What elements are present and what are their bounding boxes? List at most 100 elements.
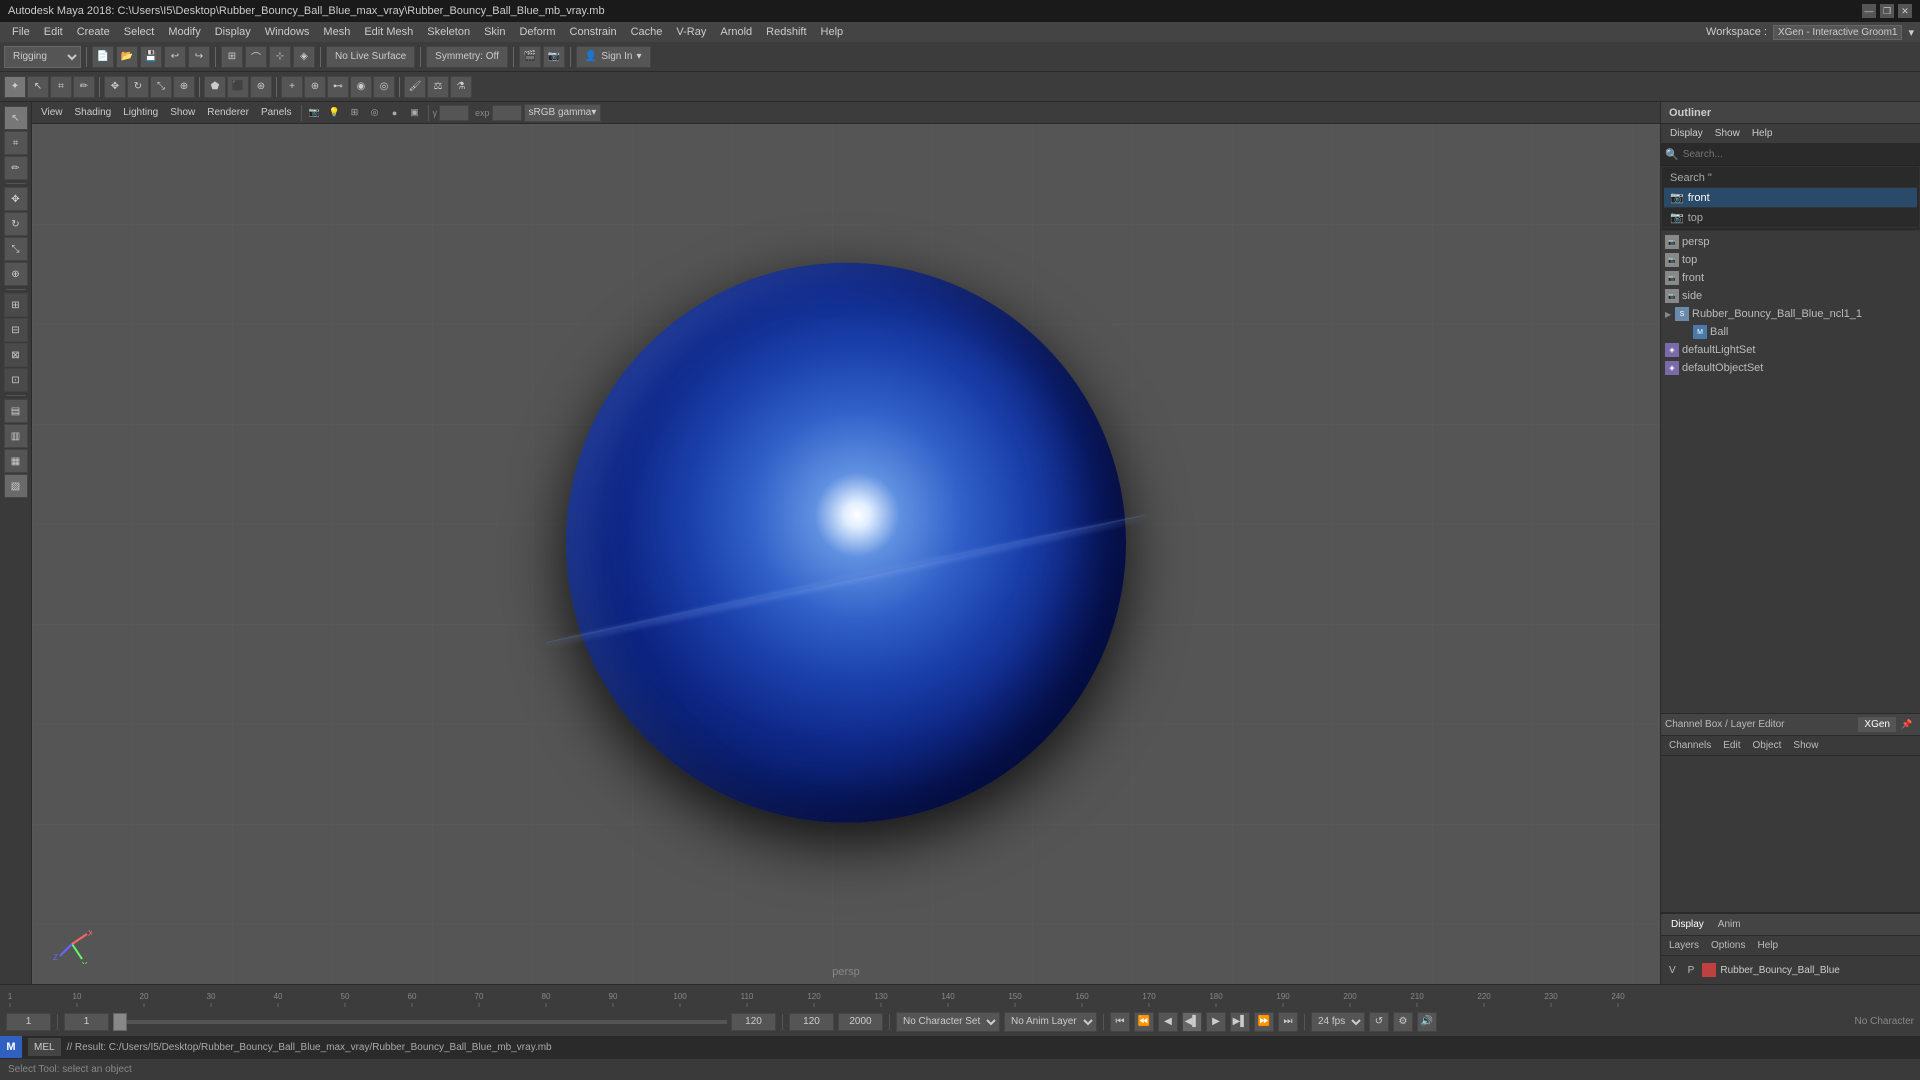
vp-grid-icon[interactable]: ⊞ bbox=[346, 104, 364, 122]
search-result-front[interactable]: Search " bbox=[1664, 169, 1917, 188]
view-cube-1[interactable]: ⊞ bbox=[4, 293, 28, 317]
vp-menu-renderer[interactable]: Renderer bbox=[202, 105, 254, 120]
menu-windows[interactable]: Windows bbox=[259, 24, 316, 40]
anim-range-end-input[interactable] bbox=[731, 1013, 776, 1031]
display-sub-options[interactable]: Options bbox=[1707, 940, 1749, 951]
cluster-btn[interactable]: ⊛ bbox=[250, 76, 272, 98]
go-to-start-btn[interactable]: ⏮ bbox=[1110, 1012, 1130, 1032]
play-fwd-btn[interactable]: ▶ bbox=[1206, 1012, 1226, 1032]
tree-item-front[interactable]: 📷 front bbox=[1661, 269, 1920, 287]
search-result-top-item[interactable]: 📷 front bbox=[1664, 188, 1917, 208]
vp-menu-show[interactable]: Show bbox=[165, 105, 200, 120]
symmetry-btn[interactable]: Symmetry: Off bbox=[426, 46, 508, 68]
layer-display-1[interactable]: ▤ bbox=[4, 399, 28, 423]
rotate-tool-left[interactable]: ↻ bbox=[4, 212, 28, 236]
prev-frame-btn[interactable]: ◀ bbox=[1158, 1012, 1178, 1032]
snap-curve-btn[interactable]: ⌒ bbox=[245, 46, 267, 68]
go-to-end-btn[interactable]: ⏭ bbox=[1278, 1012, 1298, 1032]
display-sub-layers[interactable]: Layers bbox=[1665, 940, 1703, 951]
tree-item-ball[interactable]: M Ball bbox=[1661, 323, 1920, 341]
transform-tool-btn[interactable]: ✦ bbox=[4, 76, 26, 98]
xray-btn[interactable]: ◎ bbox=[373, 76, 395, 98]
minimize-button[interactable]: — bbox=[1862, 4, 1876, 18]
viewport-3d[interactable]: persp X Y Z bbox=[32, 124, 1660, 984]
scale-tool-left[interactable]: ⤡ bbox=[4, 237, 28, 261]
menu-deform[interactable]: Deform bbox=[513, 24, 561, 40]
snap-point-btn[interactable]: ⊹ bbox=[269, 46, 291, 68]
snap-surface-btn[interactable]: ⊕ bbox=[304, 76, 326, 98]
layer-display-3[interactable]: ▦ bbox=[4, 449, 28, 473]
gamma-input[interactable]: 0.00 bbox=[439, 105, 469, 121]
close-button[interactable]: ✕ bbox=[1898, 4, 1912, 18]
outliner-menu-help[interactable]: Help bbox=[1747, 126, 1778, 141]
loop-btn[interactable]: ↺ bbox=[1369, 1012, 1389, 1032]
snap-live-btn[interactable]: + bbox=[281, 76, 303, 98]
tree-item-persp[interactable]: 📷 persp bbox=[1661, 233, 1920, 251]
snap-magnet-btn[interactable]: ⊷ bbox=[327, 76, 349, 98]
lattice-btn[interactable]: ⬛ bbox=[227, 76, 249, 98]
play-back-btn[interactable]: ◀▌ bbox=[1182, 1012, 1202, 1032]
layer-display-2[interactable]: ▥ bbox=[4, 424, 28, 448]
vp-wire-icon[interactable]: ◎ bbox=[366, 104, 384, 122]
display-tab-anim[interactable]: Anim bbox=[1714, 917, 1745, 932]
anim-settings-btn[interactable]: ⚙ bbox=[1393, 1012, 1413, 1032]
outliner-search-bar[interactable]: 🔍 bbox=[1661, 144, 1920, 166]
menu-redshift[interactable]: Redshift bbox=[760, 24, 812, 40]
anim-range-start-input[interactable] bbox=[64, 1013, 109, 1031]
cb-menu-show[interactable]: Show bbox=[1789, 740, 1822, 751]
tree-item-object-set[interactable]: ◈ defaultObjectSet bbox=[1661, 359, 1920, 377]
sculpt-btn[interactable]: ◉ bbox=[350, 76, 372, 98]
fps-dropdown[interactable]: 24 fps 30 fps 60 fps bbox=[1311, 1012, 1365, 1032]
live-surface-btn[interactable]: No Live Surface bbox=[326, 46, 415, 68]
menu-file[interactable]: File bbox=[6, 24, 36, 40]
no-character-set-dropdown[interactable]: No Character Set bbox=[896, 1012, 1000, 1032]
render-btn[interactable]: 🎬 bbox=[519, 46, 541, 68]
rotate-tool-btn[interactable]: ↻ bbox=[127, 76, 149, 98]
scale-tool-btn[interactable]: ⤡ bbox=[150, 76, 172, 98]
vp-menu-lighting[interactable]: Lighting bbox=[118, 105, 163, 120]
vp-texture-icon[interactable]: ▣ bbox=[406, 104, 424, 122]
menu-edit-mesh[interactable]: Edit Mesh bbox=[358, 24, 419, 40]
tree-item-top[interactable]: 📷 top bbox=[1661, 251, 1920, 269]
sign-in-btn[interactable]: 👤 Sign In ▾ bbox=[576, 46, 651, 68]
menu-vray[interactable]: V-Ray bbox=[670, 24, 712, 40]
save-scene-btn[interactable]: 💾 bbox=[140, 46, 162, 68]
display-sub-help[interactable]: Help bbox=[1753, 940, 1782, 951]
open-scene-btn[interactable]: 📂 bbox=[116, 46, 138, 68]
paint-select-tool[interactable]: ✏ bbox=[4, 156, 28, 180]
select-tool-btn[interactable]: ↖ bbox=[27, 76, 49, 98]
menu-arnold[interactable]: Arnold bbox=[714, 24, 758, 40]
menu-display[interactable]: Display bbox=[209, 24, 257, 40]
view-cube-4[interactable]: ⊡ bbox=[4, 368, 28, 392]
channel-box-tab-xgen[interactable]: XGen bbox=[1858, 717, 1896, 732]
display-tab-display[interactable]: Display bbox=[1667, 917, 1708, 932]
cb-menu-channels[interactable]: Channels bbox=[1665, 740, 1715, 751]
menu-select[interactable]: Select bbox=[118, 24, 161, 40]
tree-item-light-set[interactable]: ◈ defaultLightSet bbox=[1661, 341, 1920, 359]
channel-box-pin-icon[interactable]: 📌 bbox=[1898, 716, 1916, 734]
mode-dropdown[interactable]: Rigging Animation Modeling Rendering Dyn… bbox=[4, 46, 81, 68]
vp-solid-icon[interactable]: ● bbox=[386, 104, 404, 122]
tree-item-side[interactable]: 📷 side bbox=[1661, 287, 1920, 305]
tree-item-rubber-ball[interactable]: ▶ S Rubber_Bouncy_Ball_Blue_ncl1_1 bbox=[1661, 305, 1920, 323]
outliner-menu-display[interactable]: Display bbox=[1665, 126, 1708, 141]
menu-create[interactable]: Create bbox=[71, 24, 116, 40]
move-tool-btn[interactable]: ✥ bbox=[104, 76, 126, 98]
lasso-tool-btn[interactable]: ⌗ bbox=[50, 76, 72, 98]
workspace-expand-icon[interactable]: ▾ bbox=[1908, 26, 1914, 39]
snap-view-btn[interactable]: ◈ bbox=[293, 46, 315, 68]
exposure-input[interactable]: 1.00 bbox=[492, 105, 522, 121]
weight-btn[interactable]: ⚖ bbox=[427, 76, 449, 98]
color-mode-dropdown[interactable]: sRGB gamma ▾ bbox=[524, 104, 602, 122]
layer-name[interactable]: Rubber_Bouncy_Ball_Blue bbox=[1720, 965, 1840, 976]
layer-playback-btn[interactable]: P bbox=[1684, 965, 1699, 976]
paint-tool-btn[interactable]: ✏ bbox=[73, 76, 95, 98]
view-cube-3[interactable]: ⊠ bbox=[4, 343, 28, 367]
show-manip-tool[interactable]: ⊕ bbox=[4, 262, 28, 286]
menu-cache[interactable]: Cache bbox=[625, 24, 669, 40]
next-key-btn[interactable]: ⏩ bbox=[1254, 1012, 1274, 1032]
layer-visible-btn[interactable]: V bbox=[1665, 965, 1680, 976]
undo-btn[interactable]: ↩ bbox=[164, 46, 186, 68]
search-result-top[interactable]: 📷 top bbox=[1664, 208, 1917, 228]
anim-end-frame-input[interactable] bbox=[789, 1013, 834, 1031]
